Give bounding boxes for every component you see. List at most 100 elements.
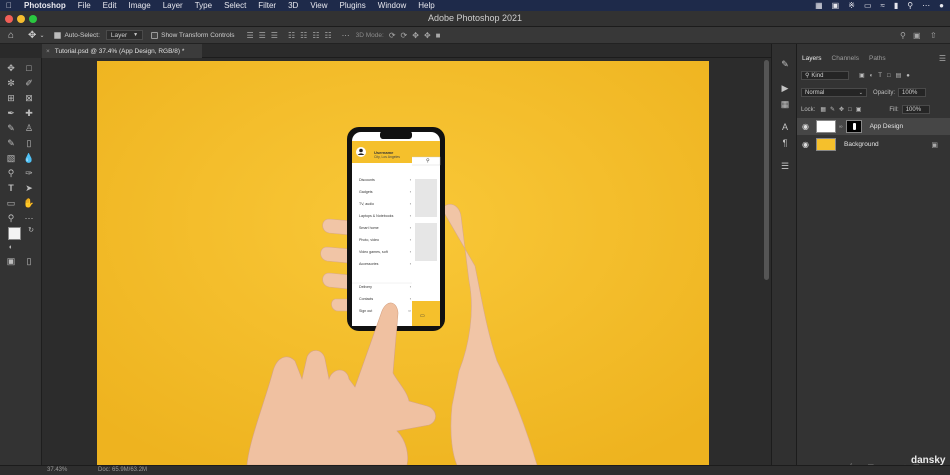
brush-tool-icon[interactable]: ✎ <box>4 122 18 134</box>
canvas-area[interactable]: Username City, Los Angeles ⚲ Discounts › … <box>42 58 771 465</box>
lock-position-icon[interactable]: ✥ <box>839 106 844 113</box>
quick-mask-icon[interactable]: ▣ <box>4 255 18 267</box>
display-status-icon[interactable]: ▣ <box>832 1 840 10</box>
move-tool-icon[interactable]: ✥ <box>4 62 18 74</box>
align-top-icon[interactable]: ☷ <box>288 31 295 40</box>
adjustments-icon[interactable]: ☰ <box>779 160 791 172</box>
tab-paths[interactable]: Paths <box>864 52 891 66</box>
rectangle-tool-icon[interactable]: ▭ <box>4 197 18 209</box>
visibility-eye-icon[interactable]: ◉ <box>802 140 809 149</box>
search-icon[interactable]: ⚲ <box>900 31 906 40</box>
document-tab[interactable]: × Tutorial.psd @ 37.4% (App Design, RGB/… <box>42 44 202 58</box>
move-tool-icon[interactable]: ✥ <box>28 30 36 41</box>
clone-stamp-tool-icon[interactable]: ♙ <box>22 122 36 134</box>
align-right-icon[interactable]: ☰ <box>271 31 278 40</box>
auto-select-checkbox[interactable]: Auto-Select: <box>54 31 100 39</box>
filter-adjustment-icon[interactable]: ◐ <box>870 73 874 79</box>
path-select-tool-icon[interactable]: ➤ <box>22 182 36 194</box>
quick-select-tool-icon[interactable]: ✐ <box>22 77 36 89</box>
search-spotlight-icon[interactable]: ⚲ <box>907 1 913 10</box>
zoom-level[interactable]: 37.43% <box>47 467 67 473</box>
close-tab-icon[interactable]: × <box>46 48 50 55</box>
history-brush-tool-icon[interactable]: ✎ <box>4 137 18 149</box>
align-middle-icon[interactable]: ☷ <box>300 31 307 40</box>
more-icon[interactable]: ⋯ <box>922 1 930 10</box>
3d-slide-icon[interactable]: ✥ <box>424 31 431 40</box>
paragraph-icon[interactable]: ¶ <box>779 137 791 149</box>
apple-icon[interactable]:  <box>0 0 18 11</box>
dodge-tool-icon[interactable]: ⚲ <box>4 167 18 179</box>
blur-tool-icon[interactable]: 💧 <box>22 152 36 164</box>
menu-app-name[interactable]: Photoshop <box>18 0 72 11</box>
healing-brush-tool-icon[interactable]: ✚ <box>22 107 36 119</box>
lasso-tool-icon[interactable]: ✼ <box>4 77 18 89</box>
workspace-icon[interactable]: ▣ <box>913 31 921 40</box>
airplay-icon[interactable]: ▭ <box>864 1 872 10</box>
align-bottom-icon[interactable]: ☷ <box>312 31 319 40</box>
tab-channels[interactable]: Channels <box>827 52 864 66</box>
visibility-eye-icon[interactable]: ◉ <box>802 122 809 131</box>
vertical-scrollbar[interactable] <box>764 60 769 280</box>
transform-controls-checkbox[interactable]: Show Transform Controls <box>151 31 234 39</box>
menu-layer[interactable]: Layer <box>157 0 189 11</box>
document-canvas[interactable]: Username City, Los Angeles ⚲ Discounts › … <box>97 61 709 465</box>
layer-filter-select[interactable]: ⚲ Kind <box>801 71 849 80</box>
share-icon[interactable]: ⇧ <box>930 31 937 40</box>
layer-name[interactable]: Background <box>844 141 879 148</box>
lock-all-icon[interactable]: ▣ <box>856 106 862 113</box>
3d-pan-icon[interactable]: ✥ <box>412 31 419 40</box>
lock-transparent-icon[interactable]: ▦ <box>820 106 826 113</box>
3d-roll-icon[interactable]: ⟳ <box>401 31 408 40</box>
menu-type[interactable]: Type <box>189 0 218 11</box>
foreground-color-swatch[interactable] <box>8 227 21 240</box>
screen-mode-icon[interactable]: ▯ <box>22 255 36 267</box>
layer-row-app-design[interactable]: ◉ ∞ App Design <box>797 118 950 135</box>
filter-shape-icon[interactable]: □ <box>887 73 891 79</box>
home-icon[interactable]: ⌂ <box>8 30 14 41</box>
hand-tool-icon[interactable]: ✋ <box>22 197 36 209</box>
3d-rotate-icon[interactable]: ⟳ <box>389 31 396 40</box>
eraser-tool-icon[interactable]: ▯ <box>22 137 36 149</box>
default-colors-icon[interactable]: ◐ <box>4 242 18 254</box>
history-icon[interactable]: ▦ <box>779 98 791 110</box>
menu-window[interactable]: Window <box>372 0 412 11</box>
distribute-icon[interactable]: ☷ <box>324 31 331 40</box>
wifi-icon[interactable]: ≈ <box>881 1 885 10</box>
lock-pixels-icon[interactable]: ✎ <box>830 106 835 113</box>
crop-tool-icon[interactable]: ⊞ <box>4 92 18 104</box>
menu-file[interactable]: File <box>72 0 97 11</box>
bluetooth-icon[interactable]: ※ <box>848 1 855 10</box>
character-icon[interactable]: A <box>779 121 791 133</box>
auto-select-target-select[interactable]: Layer ▼ <box>105 30 144 40</box>
frame-tool-icon[interactable]: ⊠ <box>22 92 36 104</box>
menu-3d[interactable]: 3D <box>282 0 304 11</box>
swap-colors-icon[interactable]: ↻ <box>24 225 38 237</box>
menu-image[interactable]: Image <box>122 0 156 11</box>
lock-artboard-icon[interactable]: □ <box>848 107 852 113</box>
actions-play-icon[interactable]: ▶ <box>779 82 791 94</box>
battery-icon[interactable]: ▮ <box>894 1 898 10</box>
artboard-tool-icon[interactable]: □ <box>22 62 36 74</box>
layer-row-background[interactable]: ◉ Background ▣ <box>797 136 950 153</box>
menu-select[interactable]: Select <box>218 0 252 11</box>
pen-tool-icon[interactable]: ✑ <box>22 167 36 179</box>
transform-controls-check-icon[interactable] <box>151 31 159 39</box>
filter-pixel-icon[interactable]: ▣ <box>859 72 865 79</box>
grid-status-icon[interactable]: ▦ <box>815 1 823 10</box>
3d-scale-icon[interactable]: ■ <box>436 31 441 40</box>
align-center-icon[interactable]: ☰ <box>259 31 266 40</box>
fill-input[interactable]: 100% <box>901 105 930 114</box>
menu-view[interactable]: View <box>304 0 333 11</box>
menu-edit[interactable]: Edit <box>97 0 123 11</box>
opacity-input[interactable]: 100% <box>898 88 927 97</box>
menu-plugins[interactable]: Plugins <box>334 0 372 11</box>
filter-smart-object-icon[interactable]: ▤ <box>896 72 902 79</box>
link-icon[interactable]: ∞ <box>839 124 843 130</box>
menu-filter[interactable]: Filter <box>252 0 282 11</box>
edit-toolbar-icon[interactable]: ⋯ <box>22 212 36 224</box>
type-tool-icon[interactable]: T <box>4 182 18 194</box>
menu-help[interactable]: Help <box>412 0 440 11</box>
tab-layers[interactable]: Layers <box>797 52 827 66</box>
filter-toggle-icon[interactable]: ● <box>906 73 910 79</box>
filter-type-icon[interactable]: T <box>878 73 882 79</box>
